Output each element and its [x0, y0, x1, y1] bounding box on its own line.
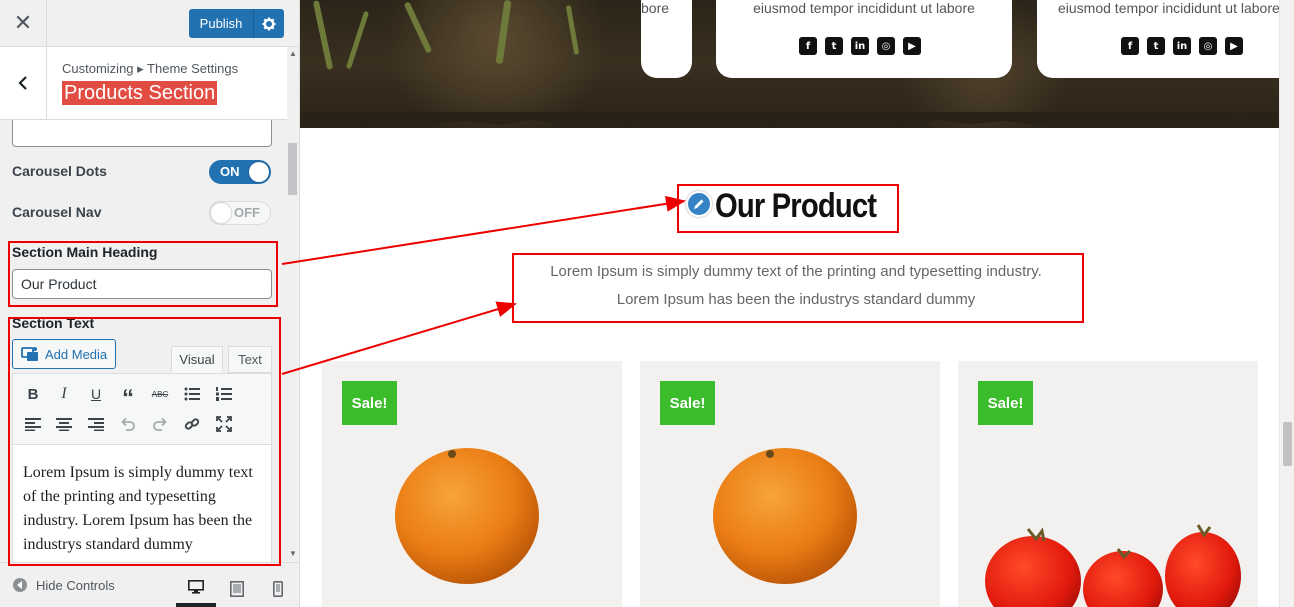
add-media-button[interactable]: Add Media: [12, 339, 116, 369]
scroll-thumb[interactable]: [1283, 422, 1292, 466]
section-intro: Lorem Ipsum is simply dummy text of the …: [514, 258, 1078, 314]
site-preview: bore eiusmod tempor incididunt ut labore…: [300, 0, 1279, 607]
customizer-header: ✕ Publish: [0, 0, 299, 47]
team-card-text: eiusmod tempor incididunt ut labore: [753, 0, 975, 16]
link-icon[interactable]: [181, 413, 203, 435]
carousel-nav-toggle[interactable]: OFF: [209, 201, 271, 225]
bold-icon[interactable]: B: [22, 383, 44, 405]
section-main-heading-label: Section Main Heading: [12, 244, 158, 260]
intro-line: Lorem Ipsum is simply dummy text of the …: [550, 263, 1042, 280]
linkedin-icon[interactable]: in: [1173, 37, 1191, 55]
instagram-icon[interactable]: ◎: [877, 37, 895, 55]
chevron-left-icon: [18, 76, 27, 90]
team-card: eiusmod tempor incididunt ut labore f t …: [1037, 0, 1279, 78]
customizer-sidebar: ✕ Publish Customizing ▸ Theme Settings P…: [0, 0, 300, 607]
product-card[interactable]: Sale!: [640, 361, 940, 607]
youtube-icon[interactable]: ▶: [1225, 37, 1243, 55]
fullscreen-icon[interactable]: [213, 413, 235, 435]
underline-icon[interactable]: U: [85, 383, 107, 405]
undo-icon[interactable]: [117, 413, 139, 435]
align-left-icon[interactable]: [22, 413, 44, 435]
product-card[interactable]: Sale!: [958, 361, 1258, 607]
torn-edge: [300, 112, 1279, 125]
twitter-icon[interactable]: t: [1147, 37, 1165, 55]
section-heading: Our Product: [715, 187, 877, 225]
preview-scrollbar[interactable]: [1279, 0, 1294, 607]
close-icon: ✕: [13, 10, 33, 36]
mobile-icon[interactable]: [258, 571, 298, 607]
toggle-state: ON: [220, 164, 240, 179]
carousel-dots-toggle[interactable]: ON: [209, 160, 271, 184]
tab-visual[interactable]: Visual: [171, 346, 223, 373]
sale-badge: Sale!: [660, 381, 715, 425]
product-card[interactable]: Sale!: [322, 361, 622, 607]
hide-controls-button[interactable]: Hide Controls: [12, 577, 115, 593]
social-links: f t in ◎ ▶: [1121, 37, 1243, 55]
back-button[interactable]: [0, 47, 47, 119]
youtube-icon[interactable]: ▶: [903, 37, 921, 55]
tab-text[interactable]: Text: [228, 346, 272, 373]
page-title: Products Section: [62, 81, 218, 105]
team-card: bore: [641, 0, 692, 78]
orange-image: [713, 448, 857, 584]
breadcrumb: Customizing ▸ Theme Settings: [62, 61, 239, 76]
customizer-footer: Hide Controls: [0, 562, 299, 607]
publish-label: Publish: [199, 16, 243, 31]
bullet-list-icon[interactable]: [181, 383, 203, 405]
close-customizer-button[interactable]: ✕: [0, 0, 47, 46]
redo-icon[interactable]: [149, 413, 171, 435]
toggle-knob: [249, 162, 269, 182]
numbered-list-icon[interactable]: [213, 383, 235, 405]
publish-button[interactable]: Publish: [189, 9, 284, 38]
toggle-state: OFF: [234, 205, 260, 220]
desktop-icon[interactable]: [176, 571, 216, 607]
add-media-label: Add Media: [45, 346, 108, 362]
publish-settings-gear-icon[interactable]: [254, 17, 284, 31]
blockquote-icon[interactable]: “: [117, 383, 139, 411]
strikethrough-icon[interactable]: ABC: [149, 383, 171, 405]
scroll-up-icon[interactable]: ▲: [289, 49, 297, 58]
instagram-icon[interactable]: ◎: [1199, 37, 1217, 55]
section-text-label: Section Text: [12, 315, 95, 331]
orange-image: [395, 448, 539, 584]
previous-field-input[interactable]: [12, 120, 272, 147]
edit-shortcut-pencil-icon[interactable]: [686, 191, 712, 217]
team-card-text: eiusmod tempor incididunt ut labore: [1058, 0, 1279, 16]
toggle-knob: [211, 203, 231, 223]
media-icon: [21, 347, 38, 361]
section-main-heading-input[interactable]: Our Product: [12, 269, 272, 299]
facebook-icon[interactable]: f: [799, 37, 817, 55]
editor-toolbar: B I U “ ABC: [12, 373, 272, 445]
tomatoes-image: [985, 524, 1241, 607]
tablet-icon[interactable]: [217, 571, 257, 607]
twitter-icon[interactable]: t: [825, 37, 843, 55]
align-center-icon[interactable]: [53, 413, 75, 435]
collapse-icon: [13, 578, 27, 592]
team-card-text: bore: [641, 0, 670, 16]
section-header: Customizing ▸ Theme Settings Products Se…: [0, 47, 288, 120]
scroll-thumb[interactable]: [288, 143, 297, 195]
social-links: f t in ◎ ▶: [799, 37, 921, 55]
carousel-dots-label: Carousel Dots: [12, 163, 107, 179]
hide-controls-label: Hide Controls: [36, 577, 115, 593]
section-text-editor[interactable]: Lorem Ipsum is simply dummy text of the …: [12, 445, 272, 565]
sale-badge: Sale!: [978, 381, 1033, 425]
facebook-icon[interactable]: f: [1121, 37, 1139, 55]
scroll-down-icon[interactable]: ▼: [289, 549, 297, 558]
align-right-icon[interactable]: [85, 413, 107, 435]
intro-line: Lorem Ipsum has been the industrys stand…: [616, 291, 976, 308]
team-card: eiusmod tempor incididunt ut labore f t …: [716, 0, 1012, 78]
linkedin-icon[interactable]: in: [851, 37, 869, 55]
sidebar-scrollbar[interactable]: ▲ ▼: [287, 47, 299, 562]
sale-badge: Sale!: [342, 381, 397, 425]
italic-icon[interactable]: I: [53, 383, 75, 405]
carousel-nav-label: Carousel Nav: [12, 204, 102, 220]
